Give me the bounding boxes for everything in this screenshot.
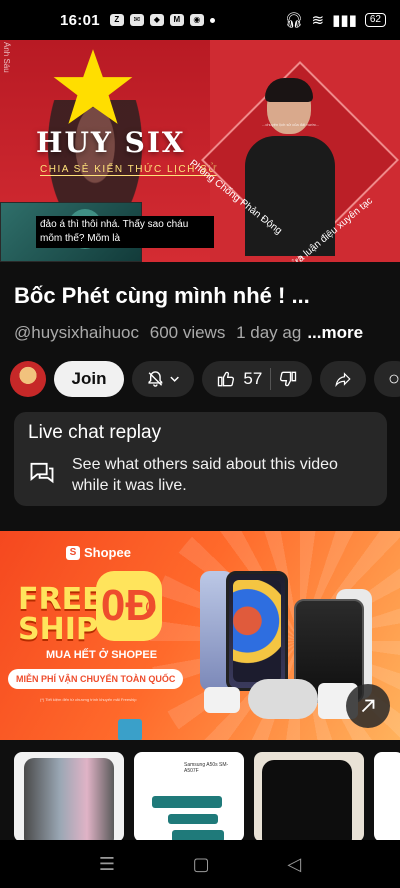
ad-earbuds — [204, 687, 240, 713]
channel-handle[interactable]: @huysixhaihuoc — [14, 323, 139, 342]
ad-gift-box — [118, 719, 142, 740]
shopee-name: Shopee — [84, 545, 131, 560]
clock: 16:01 — [60, 11, 100, 29]
shopee-ad-banner[interactable]: S Shopee FREE SHIP 0Đ (*) MUA HẾT Ở SHOPE… — [0, 531, 400, 740]
status-bar: 16:01 Z ✉ ◆ M ◉ 🎧︎ ≋ ▮▮▮ 62 — [0, 0, 400, 40]
product-card-glass[interactable] — [254, 752, 364, 840]
board-image-3 — [172, 830, 224, 840]
like-count: 57 — [243, 369, 263, 388]
board-image-1 — [152, 796, 222, 808]
battery-indicator: 62 — [364, 13, 386, 27]
free-ship-text: FREE SHIP — [18, 585, 103, 645]
video-person-right — [245, 78, 335, 258]
bell-icon — [148, 371, 163, 387]
messenger-icon: ◉ — [189, 14, 204, 26]
arrow-up-right-icon — [361, 699, 375, 713]
ad-fine-print: (*) Tiết kiệm đến từ chương trình khuyến… — [40, 697, 137, 702]
share-button[interactable] — [320, 361, 366, 397]
free-line: FREE — [18, 582, 103, 617]
product-card-phone-back[interactable] — [14, 752, 124, 840]
back-icon[interactable]: ◁ — [287, 854, 301, 875]
video-player[interactable]: Ảnh Sáu HUY SIX CHIA SẺ KIẾN THỨC LỊCH S… — [0, 40, 400, 262]
video-title[interactable]: Bốc Phét cùng mình nhé ! ... — [14, 283, 394, 309]
ad-open-link-button[interactable] — [346, 684, 390, 728]
headphones-icon: 🎧︎ — [284, 12, 304, 29]
ad-tablet-screen — [233, 580, 281, 682]
video-caption: đảo á thì thôi nhá. Thấy sao cháu mõm th… — [36, 216, 214, 248]
recent-apps-icon[interactable]: ☰ — [99, 854, 115, 875]
shopee-logo: S Shopee — [66, 545, 131, 560]
join-button[interactable]: Join — [54, 361, 124, 397]
chat-bubbles-icon — [30, 462, 54, 484]
zero-dong-badge: 0Đ (*) — [96, 571, 162, 641]
notification-bell-button[interactable] — [132, 361, 194, 397]
live-chat-heading: Live chat replay — [28, 422, 162, 443]
upload-age: 1 day ag — [236, 323, 302, 342]
glass-image — [262, 760, 352, 840]
remix-icon — [389, 374, 399, 384]
thumbs-down-icon[interactable] — [278, 369, 298, 389]
like-dislike-pill[interactable]: 57 — [202, 361, 312, 397]
ad-ring-holder — [248, 679, 318, 719]
ad-shipping-banner: MIỄN PHÍ VẬN CHUYỂN TOÀN QUỐC — [8, 669, 184, 689]
thumbs-up-icon[interactable] — [216, 369, 236, 389]
video-brand-title: HUY SIX — [36, 126, 186, 159]
channel-avatar[interactable] — [10, 361, 46, 397]
share-arrow-icon — [335, 372, 351, 388]
remix-button[interactable] — [374, 361, 400, 397]
home-icon[interactable]: ▢ — [193, 854, 210, 875]
product-card-partial[interactable] — [374, 752, 400, 840]
view-count: 600 views — [149, 323, 226, 342]
video-note: ...chuyện lịch sử của đất nước... — [262, 122, 320, 127]
action-row: Join 57 — [10, 360, 400, 398]
zero-mark: (*) — [145, 602, 156, 613]
phone-back-image — [24, 758, 114, 840]
wifi-icon: ≋ — [311, 12, 325, 29]
live-chat-replay-card[interactable]: Live chat replay See what others said ab… — [14, 412, 387, 506]
shopee-bag-icon: S — [66, 545, 80, 560]
chat-icon: ✉ — [129, 14, 144, 26]
momo-icon: M — [169, 14, 184, 26]
ad-product-row: Samsung A50s SM-A507F — [0, 752, 400, 840]
ship-line: SHIP — [18, 612, 98, 647]
board-image-2 — [168, 814, 218, 824]
star-icon — [53, 49, 133, 124]
more-link[interactable]: ...more — [307, 323, 363, 342]
shield-icon: ◆ — [149, 14, 164, 26]
signal-icon: ▮▮▮ — [332, 12, 357, 29]
chevron-down-icon — [170, 376, 179, 382]
video-meta[interactable]: @huysixhaihuoc 600 views 1 day ag ...more — [14, 323, 400, 343]
notification-icons: Z ✉ ◆ M ◉ — [109, 14, 215, 26]
more-notifications-dot — [209, 17, 215, 23]
ad-tablet — [226, 571, 288, 691]
system-nav-bar: ☰ ▢ ◁ — [0, 840, 400, 888]
like-divider — [269, 368, 271, 390]
video-side-text: Ảnh Sáu — [2, 42, 11, 73]
ad-subheading: MUA HẾT Ở SHOPEE — [46, 649, 158, 661]
live-chat-description: See what others said about this video wh… — [72, 456, 338, 494]
product-card-board[interactable]: Samsung A50s SM-A507F — [134, 752, 244, 840]
zalo-icon: Z — [109, 14, 124, 26]
person-hair — [265, 78, 313, 102]
product-board-label: Samsung A50s SM-A507F — [184, 762, 229, 774]
